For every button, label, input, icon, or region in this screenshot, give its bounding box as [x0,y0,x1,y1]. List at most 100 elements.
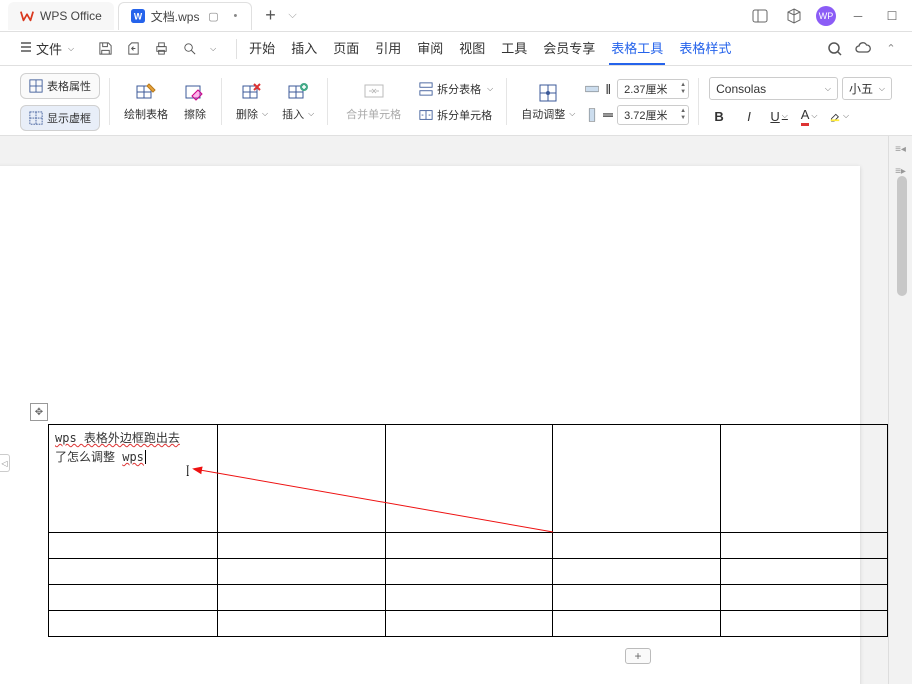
draw-table-icon [135,82,157,104]
text-cursor [145,450,146,464]
left-panel-toggle[interactable]: ◁ [0,454,10,472]
col-width-input[interactable]: 3.72厘米▲▼ [617,105,689,125]
tab-reference[interactable]: 引用 [373,32,403,65]
table-cell[interactable] [720,425,887,533]
row-height-field: ‖ 2.37厘米▲▼ [585,79,689,99]
delete-button[interactable]: 删除⌵ [232,80,272,124]
file-menu[interactable]: 文件 ⌵ [12,35,82,62]
chevron-down-icon: ⌵ [68,44,74,54]
qat-dropdown-icon[interactable]: ⌵ [210,44,216,54]
bold-button[interactable]: B [709,106,729,126]
table-row[interactable] [49,611,888,637]
tab-view[interactable]: 视图 [457,32,487,65]
show-gridlines-button[interactable]: 显示虚框 [20,105,100,131]
autofit-button[interactable]: 自动调整⌵ [517,80,579,124]
col-width-field: ‖ 3.72厘米▲▼ [585,105,689,125]
document-tab[interactable]: W 文档.wps ▢ • [118,2,253,30]
tab-member[interactable]: 会员专享 [541,32,597,65]
menu-bar: 文件 ⌵ ⌵ 开始 插入 页面 引用 审阅 视图 工具 会员专享 表格工具 表格… [0,32,912,66]
tab-review[interactable]: 审阅 [415,32,445,65]
cloud-icon[interactable] [854,40,872,58]
tab-table-tools[interactable]: 表格工具 [609,32,665,65]
doc-icon: W [131,9,145,23]
save-icon[interactable] [96,40,114,58]
tab-table-style[interactable]: 表格样式 [677,32,733,65]
tab-start[interactable]: 开始 [247,32,277,65]
print-icon[interactable] [152,40,170,58]
titlebar-right: WP ─ ☐ [748,4,904,28]
print-preview-icon[interactable] [180,40,198,58]
gutter-top-icon[interactable]: ≡◂ [894,142,908,156]
user-avatar[interactable]: WP [816,6,836,26]
tab-menu-dropdown[interactable]: ⌵ [284,8,300,24]
new-tab-button[interactable]: + [256,2,284,30]
font-size-select[interactable]: 小五⌵ [842,77,892,100]
table-row[interactable]: wps 表格外边框跑出去 了怎么调整 wps [49,425,888,533]
file-label: 文件 [36,39,62,58]
merge-cells-label: 合并单元格 [342,104,405,124]
document-table[interactable]: wps 表格外边框跑出去 了怎么调整 wps [48,424,888,637]
table-move-handle[interactable]: ✥ [30,403,48,421]
export-icon[interactable] [124,40,142,58]
merge-cells-button[interactable]: 合并单元格 [338,78,409,126]
cube-icon[interactable] [782,4,806,28]
table-row[interactable] [49,533,888,559]
tab-dot-icon[interactable]: • [227,8,243,24]
table-cell[interactable] [385,425,552,533]
table-row[interactable] [49,585,888,611]
app-home-tab[interactable]: WPS Office [8,2,114,30]
draw-table-label: 绘制表格 [124,106,168,122]
row-height-input[interactable]: 2.37厘米▲▼ [617,79,689,99]
delete-icon [241,82,263,104]
eraser-button[interactable]: 擦除 [178,80,212,124]
quick-access-toolbar: ⌵ [96,40,216,58]
show-gridlines-label: 显示虚框 [47,110,91,126]
table-cell[interactable]: wps 表格外边框跑出去 了怎么调整 wps [49,425,218,533]
title-bar: WPS Office W 文档.wps ▢ • + ⌵ WP ─ ☐ [0,0,912,32]
draw-table-button[interactable]: 绘制表格 [120,80,172,124]
vertical-scrollbar[interactable] [897,176,907,296]
table-row[interactable] [49,559,888,585]
ribbon: 表格属性 显示虚框 绘制表格 擦除 删除⌵ 插入⌵ [0,66,912,136]
table-cell[interactable] [553,425,720,533]
tab-page[interactable]: 页面 [331,32,361,65]
table-properties-label: 表格属性 [47,78,91,94]
document-area: ◁ ✥ wps 表格外边框跑出去 了怎么调整 wps I [0,136,888,684]
ribbon-group-edit: 删除⌵ 插入 ⌵ [222,72,328,131]
cell-content[interactable]: wps 表格外边框跑出去 了怎么调整 wps [55,429,211,467]
row-height-icon [585,82,599,96]
tab-insert[interactable]: 插入 [289,32,319,65]
underline-button[interactable]: U⌵ [769,106,789,126]
add-row-button[interactable]: + [625,648,651,664]
ribbon-group-draw: 绘制表格 擦除 [110,72,222,131]
chevron-down-icon: ⌵ [487,84,493,94]
split-table-button[interactable]: 拆分表格 ⌵ [415,79,497,99]
collapse-ribbon-icon[interactable]: ⌃ [882,40,900,58]
maximize-button[interactable]: ☐ [880,4,904,28]
search-icon[interactable] [826,40,844,58]
delete-label: 删除 [236,106,258,122]
insert-button[interactable]: 插入 ⌵ [278,80,318,124]
font-family-select[interactable]: Consolas⌵ [709,77,838,100]
table-properties-button[interactable]: 表格属性 [20,73,100,99]
hamburger-icon [20,41,32,56]
split-cells-button[interactable]: 拆分单元格 [415,105,497,125]
font-color-button[interactable]: A⌵ [799,106,819,126]
chevron-down-icon: ⌵ [308,109,314,119]
wps-logo-icon [20,9,34,23]
app-name: WPS Office [40,9,102,23]
minimize-button[interactable]: ─ [846,4,870,28]
tab-tools[interactable]: 工具 [499,32,529,65]
col-width-icon [585,108,599,122]
menu-tabs: 开始 插入 页面 引用 审阅 视图 工具 会员专享 表格工具 表格样式 [247,32,733,65]
eraser-label: 擦除 [184,106,206,122]
tab-window-icon[interactable]: ▢ [205,8,221,24]
highlight-button[interactable]: ⌵ [829,106,849,126]
table-cell[interactable] [218,425,385,533]
italic-button[interactable]: I [739,106,759,126]
sidebar-toggle-icon[interactable] [748,4,772,28]
text-ibeam-cursor: I [186,463,189,481]
svg-text:W: W [134,12,143,22]
insert-label: 插入 [282,106,304,122]
insert-icon [287,82,309,104]
